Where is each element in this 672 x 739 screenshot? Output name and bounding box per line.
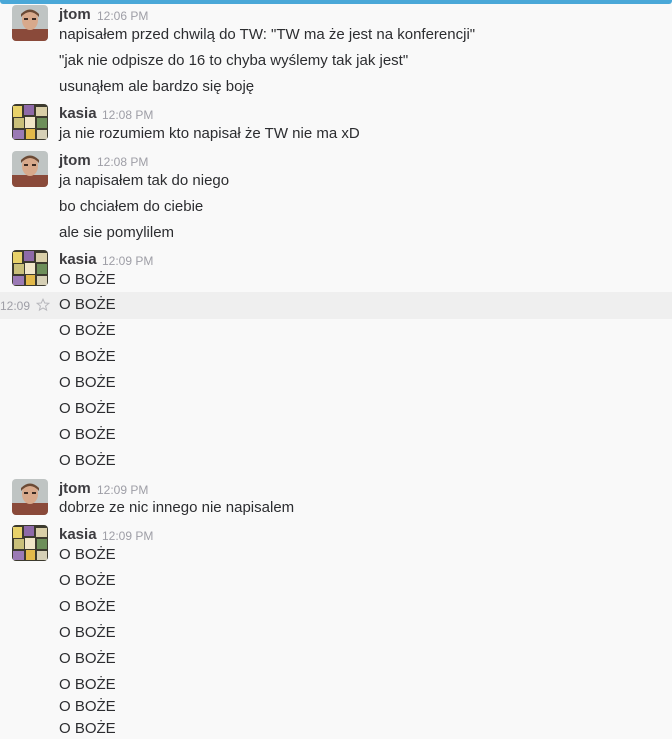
message-text: bo chciałem do ciebie bbox=[59, 198, 204, 215]
loading-bar bbox=[0, 0, 672, 4]
message-timestamp[interactable]: 12:08 PM bbox=[102, 106, 153, 124]
message-text: O BOŻE bbox=[59, 400, 116, 417]
message-text: O BOŻE bbox=[59, 348, 116, 365]
message-text: O BOŻE bbox=[59, 296, 116, 313]
hover-timestamp[interactable]: 12:09 bbox=[0, 297, 30, 315]
author-name[interactable]: jtom bbox=[59, 480, 91, 498]
kasia-avatar[interactable] bbox=[12, 250, 48, 286]
star-icon[interactable] bbox=[36, 298, 50, 312]
message-text: O BOŻE bbox=[59, 572, 116, 589]
message-text: ale sie pomylilem bbox=[59, 224, 175, 241]
kasia-avatar[interactable] bbox=[12, 104, 48, 140]
message-text: O BOŻE bbox=[59, 624, 116, 641]
message-text: O BOŻE bbox=[59, 426, 116, 443]
message-text: O BOŻE bbox=[59, 650, 116, 667]
message-text: O BOŻE bbox=[59, 322, 116, 339]
message-text: O BOŻE bbox=[59, 271, 116, 288]
message-timestamp[interactable]: 12:08 PM bbox=[97, 153, 148, 171]
message-timestamp[interactable]: 12:06 PM bbox=[97, 7, 148, 25]
message-text: usunąłem ale bardzo się boję bbox=[59, 78, 255, 95]
message-text: O BOŻE bbox=[59, 374, 116, 391]
jtom-avatar[interactable] bbox=[12, 151, 48, 187]
kasia-avatar[interactable] bbox=[12, 525, 48, 561]
message-text: O BOŻE bbox=[59, 546, 116, 563]
message-timestamp[interactable]: 12:09 PM bbox=[102, 252, 153, 270]
message-text: dobrze ze nic innego nie napisalem bbox=[59, 499, 295, 516]
message-text: O BOŻE bbox=[59, 598, 116, 615]
message-text: O BOŻE bbox=[59, 452, 116, 469]
message-timestamp[interactable]: 12:09 PM bbox=[102, 527, 153, 545]
jtom-avatar[interactable] bbox=[12, 5, 48, 41]
message-text: "jak nie odpisze do 16 to chyba wyślemy … bbox=[59, 52, 409, 69]
author-name[interactable]: kasia bbox=[59, 251, 97, 269]
author-name[interactable]: jtom bbox=[59, 152, 91, 170]
author-name[interactable]: kasia bbox=[59, 526, 97, 544]
message-text: ja nie rozumiem kto napisał że TW nie ma… bbox=[59, 125, 360, 142]
message-text: napisałem przed chwilą do TW: "TW ma że … bbox=[59, 26, 476, 43]
message-text: O BOŻE bbox=[59, 720, 116, 737]
message-text: O BOŻE bbox=[59, 698, 116, 715]
jtom-avatar[interactable] bbox=[12, 479, 48, 515]
message-text: O BOŻE bbox=[59, 676, 116, 693]
message-text: ja napisałem tak do niego bbox=[59, 172, 230, 189]
author-name[interactable]: kasia bbox=[59, 105, 97, 123]
message-timestamp[interactable]: 12:09 PM bbox=[97, 481, 148, 499]
author-name[interactable]: jtom bbox=[59, 6, 91, 24]
